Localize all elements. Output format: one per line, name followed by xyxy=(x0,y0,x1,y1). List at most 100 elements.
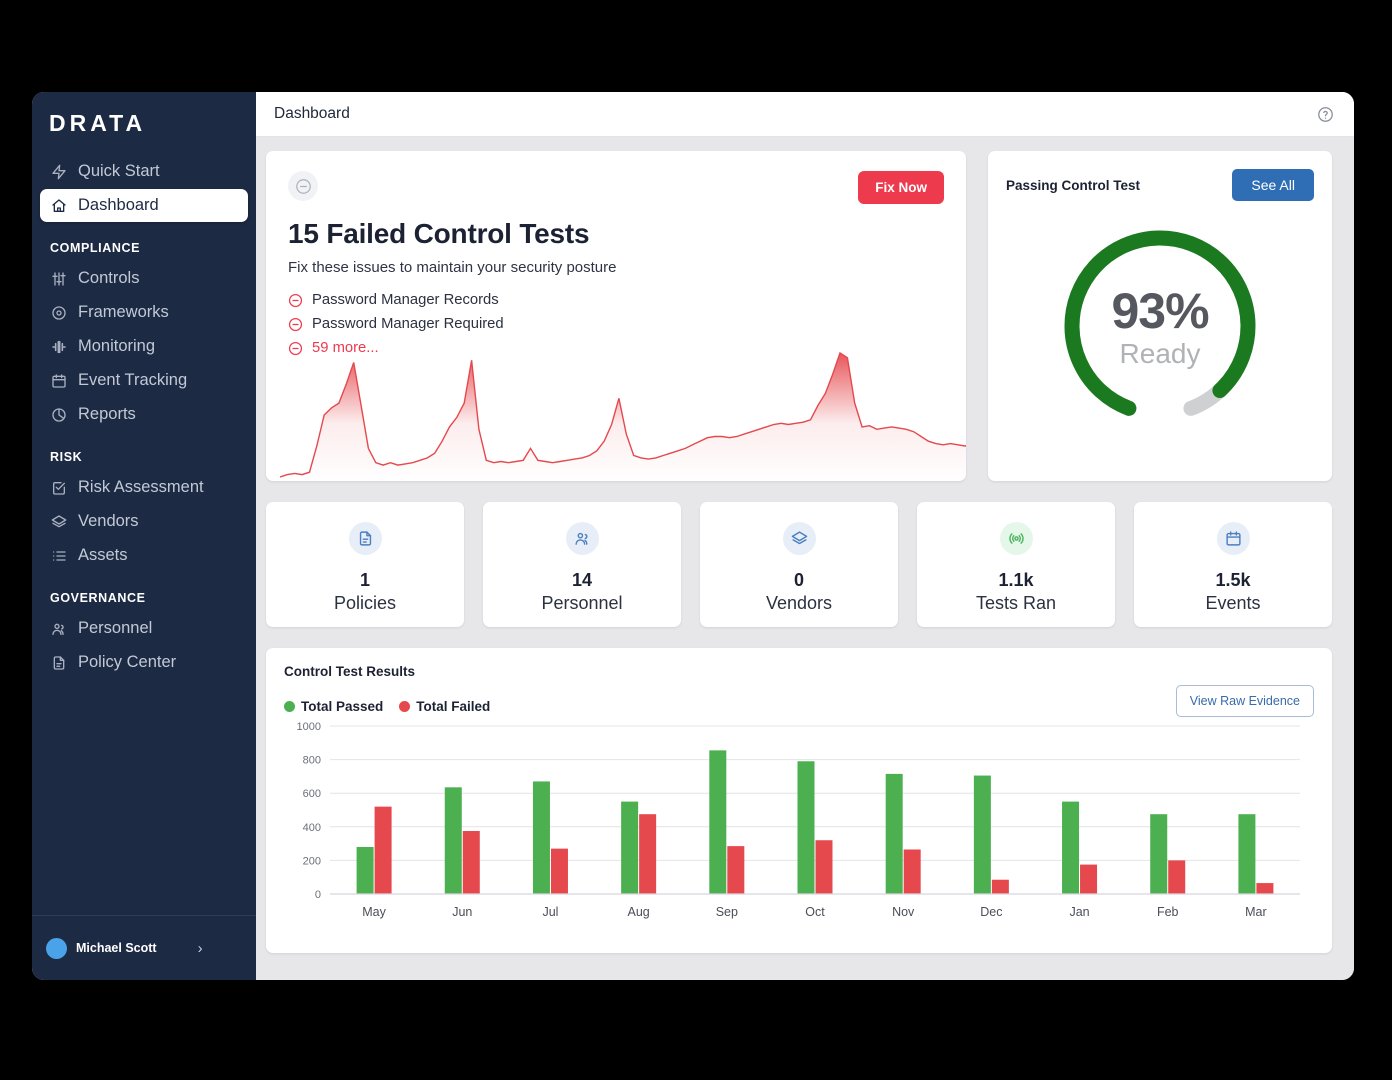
sidebar-item-label: Vendors xyxy=(78,512,139,531)
sidebar-item-frameworks[interactable]: Frameworks xyxy=(40,296,248,329)
sidebar-item-vendors[interactable]: Vendors xyxy=(40,505,248,538)
stat-label: Events xyxy=(1205,593,1260,614)
minus-circle-icon xyxy=(288,171,318,201)
svg-text:Sep: Sep xyxy=(716,905,738,919)
bolt-icon xyxy=(50,163,67,180)
failed-tests-subtitle: Fix these issues to maintain your securi… xyxy=(288,259,944,276)
sidebar-item-monitoring[interactable]: Monitoring xyxy=(40,330,248,363)
user-name: Michael Scott xyxy=(76,941,157,955)
legend-label: Total Failed xyxy=(416,699,490,714)
document-icon xyxy=(349,522,382,555)
users-icon xyxy=(566,522,599,555)
top-cards-row: Fix Now 15 Failed Control Tests Fix thes… xyxy=(266,151,1332,481)
main-area: Dashboard Fix Now 15 Failed Control Test… xyxy=(256,92,1354,980)
gauge-percent: 93% xyxy=(988,286,1332,336)
legend-label: Total Passed xyxy=(301,699,383,714)
stat-card-personnel[interactable]: 14 Personnel xyxy=(483,502,681,627)
dashboard-content: Fix Now 15 Failed Control Tests Fix thes… xyxy=(256,137,1354,980)
home-icon xyxy=(50,197,67,214)
sidebar-item-label: Assets xyxy=(78,546,128,565)
stats-row: 1 Policies 14 Personnel 0 Vendors 1.1k T… xyxy=(266,502,1332,627)
sidebar-item-label: Policy Center xyxy=(78,653,176,672)
sidebar-section-compliance: COMPLIANCE xyxy=(40,223,248,262)
sidebar-item-label: Personnel xyxy=(78,619,152,638)
svg-text:600: 600 xyxy=(303,788,321,800)
stat-card-policies[interactable]: 1 Policies xyxy=(266,502,464,627)
sidebar-item-label: Quick Start xyxy=(78,162,160,181)
svg-text:1000: 1000 xyxy=(297,721,321,733)
stat-value: 14 xyxy=(572,570,592,591)
legend-dot xyxy=(399,701,410,712)
chevron-right-icon: › xyxy=(198,940,203,957)
see-all-button[interactable]: See All xyxy=(1232,169,1314,201)
svg-text:200: 200 xyxy=(303,855,321,867)
minus-circle-icon xyxy=(288,317,303,332)
minus-circle-icon xyxy=(288,293,303,308)
gauge-title: Passing Control Test xyxy=(1006,178,1140,193)
sidebar-item-label: Risk Assessment xyxy=(78,478,204,497)
sidebar-item-label: Monitoring xyxy=(78,337,155,356)
legend-item-total-passed[interactable]: Total Passed xyxy=(284,699,383,714)
stat-value: 1.5k xyxy=(1215,570,1250,591)
help-circle-icon[interactable] xyxy=(1317,106,1334,123)
pulse-icon xyxy=(50,338,67,355)
sidebar-section-governance: GOVERNANCE xyxy=(40,573,248,612)
stat-card-events[interactable]: 1.5k Events xyxy=(1134,502,1332,627)
svg-text:Feb: Feb xyxy=(1157,905,1179,919)
fix-now-button[interactable]: Fix Now xyxy=(858,171,944,204)
failed-control-tests-card: Fix Now 15 Failed Control Tests Fix thes… xyxy=(266,151,966,481)
stat-label: Personnel xyxy=(541,593,622,614)
gauge-center-label: 93% Ready xyxy=(988,286,1332,371)
list-icon xyxy=(50,547,67,564)
svg-text:800: 800 xyxy=(303,755,321,767)
svg-text:Aug: Aug xyxy=(628,905,650,919)
list-item-label: Password Manager Required xyxy=(312,316,504,332)
svg-text:400: 400 xyxy=(303,822,321,834)
layers-icon xyxy=(783,522,816,555)
pie-chart-icon xyxy=(50,406,67,423)
legend-item-total-failed[interactable]: Total Failed xyxy=(399,699,490,714)
svg-text:0: 0 xyxy=(315,889,321,901)
gauge-status: Ready xyxy=(988,336,1332,371)
sidebar-nav: Quick Start Dashboard COMPLIANCE Control… xyxy=(32,151,256,915)
stat-label: Tests Ran xyxy=(976,593,1056,614)
list-item[interactable]: Password Manager Records xyxy=(288,292,944,308)
view-raw-evidence-button[interactable]: View Raw Evidence xyxy=(1176,685,1314,717)
target-icon xyxy=(50,304,67,321)
document-icon xyxy=(50,654,67,671)
passing-control-test-card: Passing Control Test See All 93% Ready xyxy=(988,151,1332,481)
calendar-icon xyxy=(1217,522,1250,555)
sidebar-item-label: Dashboard xyxy=(78,196,159,215)
stat-value: 1.1k xyxy=(998,570,1033,591)
page-title: Dashboard xyxy=(274,105,1317,123)
svg-text:Oct: Oct xyxy=(805,905,825,919)
stat-card-vendors[interactable]: 0 Vendors xyxy=(700,502,898,627)
broadcast-icon xyxy=(1000,522,1033,555)
sidebar-item-assets[interactable]: Assets xyxy=(40,539,248,572)
user-profile-button[interactable]: Michael Scott › xyxy=(32,916,256,980)
sidebar-item-controls[interactable]: Controls xyxy=(40,262,248,295)
sidebar-item-reports[interactable]: Reports xyxy=(40,398,248,431)
sidebar-item-label: Frameworks xyxy=(78,303,169,322)
layers-icon xyxy=(50,513,67,530)
failed-tests-sparkline xyxy=(280,341,966,481)
failed-tests-title: 15 Failed Control Tests xyxy=(288,218,944,250)
app-window: DRATA Quick Start Dashboard COMPLIANCE xyxy=(32,92,1354,980)
stat-label: Policies xyxy=(334,593,396,614)
sidebar-item-event-tracking[interactable]: Event Tracking xyxy=(40,364,248,397)
svg-text:Jan: Jan xyxy=(1069,905,1089,919)
stat-card-tests-ran[interactable]: 1.1k Tests Ran xyxy=(917,502,1115,627)
sidebar-item-quick-start[interactable]: Quick Start xyxy=(40,155,248,188)
svg-text:Jun: Jun xyxy=(452,905,472,919)
sidebar-item-personnel[interactable]: Personnel xyxy=(40,612,248,645)
sidebar: DRATA Quick Start Dashboard COMPLIANCE xyxy=(32,92,256,980)
calendar-icon xyxy=(50,372,67,389)
chart-legend: Total Passed Total Failed xyxy=(284,699,1314,714)
list-item[interactable]: Password Manager Required xyxy=(288,316,944,332)
avatar xyxy=(46,938,67,959)
sidebar-item-policy-center[interactable]: Policy Center xyxy=(40,646,248,679)
sidebar-item-risk-assessment[interactable]: Risk Assessment xyxy=(40,471,248,504)
sidebar-item-label: Reports xyxy=(78,405,136,424)
chart-title: Control Test Results xyxy=(284,664,1314,679)
sidebar-item-dashboard[interactable]: Dashboard xyxy=(40,189,248,222)
